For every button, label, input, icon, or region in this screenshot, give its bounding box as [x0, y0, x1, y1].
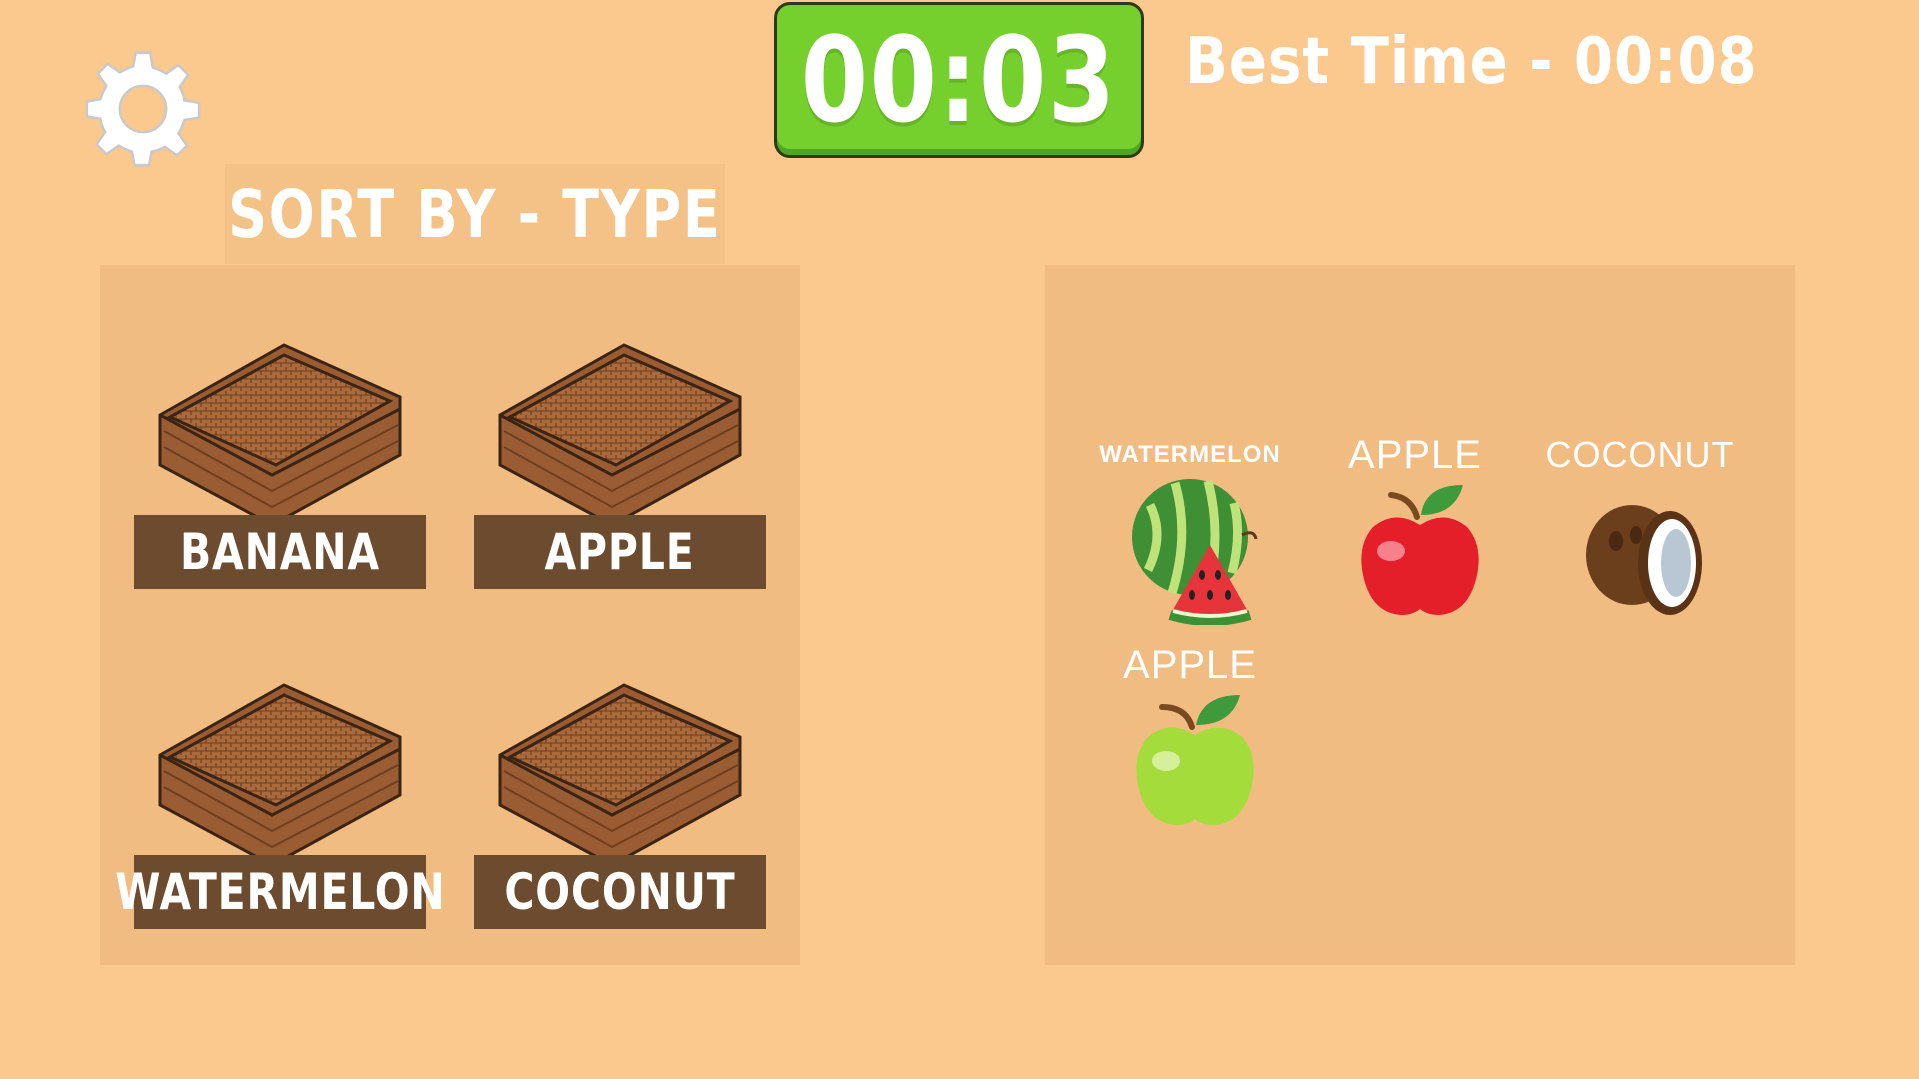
timer-display: 00:03 — [774, 2, 1144, 158]
watermelon-icon — [1132, 479, 1258, 625]
settings-button[interactable] — [82, 48, 204, 170]
basket-icon — [498, 683, 742, 867]
fruit-green-apple[interactable]: APPLE — [1085, 642, 1295, 845]
basket-apple[interactable]: APPLE — [474, 335, 766, 597]
fruit-label: COCONUT — [1545, 434, 1735, 475]
fruit-red-apple[interactable]: APPLE — [1310, 432, 1520, 635]
green-apple-icon — [1136, 695, 1254, 825]
basket-label: BANANA — [134, 515, 426, 589]
basket-label: WATERMELON — [115, 855, 444, 929]
basket-coconut[interactable]: COCONUT — [474, 675, 766, 937]
fruit-watermelon[interactable]: WATERMELON — [1085, 435, 1295, 635]
basket-icon — [498, 343, 742, 527]
fruit-label: WATERMELON — [1099, 441, 1281, 468]
basket-panel: BANANA APPLE WATERMELON COCONUT — [100, 265, 800, 965]
basket-label: COCONUT — [474, 855, 766, 929]
sort-criteria-text: SORT BY - TYPE — [228, 175, 722, 253]
best-time-label: Best Time - 00:08 — [1185, 25, 1758, 99]
fruit-label: APPLE — [1123, 642, 1257, 687]
fruit-panel: WATERMELON APPLE COCONUT APPLE — [1045, 265, 1795, 965]
basket-label: APPLE — [474, 515, 766, 589]
basket-icon — [158, 343, 402, 527]
red-apple-icon — [1361, 485, 1479, 615]
game-screen: 00:03 Best Time - 00:08 SORT BY - TYPE B… — [0, 0, 1919, 1079]
fruit-coconut[interactable]: COCONUT — [1535, 434, 1745, 635]
gear-icon — [85, 51, 201, 167]
basket-banana[interactable]: BANANA — [134, 335, 426, 597]
basket-icon — [158, 683, 402, 867]
sort-criteria-label: SORT BY - TYPE — [225, 164, 725, 264]
timer-value: 00:03 — [800, 11, 1118, 149]
basket-watermelon[interactable]: WATERMELON — [115, 675, 444, 937]
coconut-icon — [1586, 505, 1702, 615]
fruit-label: APPLE — [1348, 432, 1482, 477]
